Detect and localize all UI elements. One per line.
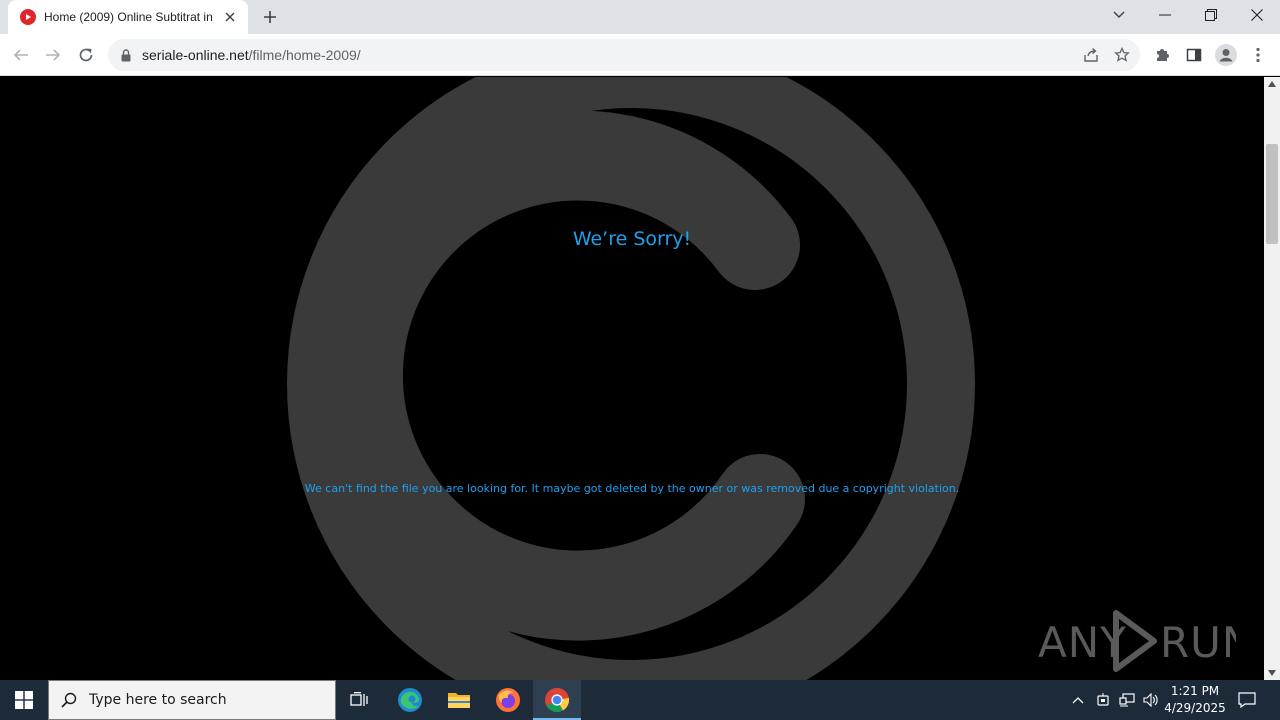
forward-icon[interactable] [40, 42, 66, 68]
youtube-favicon-icon [20, 9, 36, 25]
scroll-thumb[interactable] [1266, 144, 1278, 244]
reload-icon[interactable] [73, 42, 99, 68]
chrome-menu-icon[interactable] [1245, 42, 1271, 68]
chrome-taskbar-button[interactable] [533, 680, 581, 720]
close-tab-icon[interactable] [222, 9, 238, 25]
page-scrollbar[interactable] [1264, 77, 1280, 680]
notifications-icon[interactable] [1232, 680, 1262, 720]
firefox-icon[interactable] [484, 680, 532, 720]
device-status-icon[interactable] [1092, 680, 1114, 720]
taskbar-clock[interactable]: 1:21 PM 4/29/2025 [1160, 683, 1230, 717]
show-hidden-icons-chevron-icon[interactable] [1068, 680, 1088, 720]
start-button[interactable] [0, 680, 48, 720]
side-panel-icon[interactable] [1181, 42, 1207, 68]
clock-date: 4/29/2025 [1164, 701, 1226, 715]
minimize-icon[interactable] [1142, 0, 1188, 30]
bookmark-star-icon[interactable] [1109, 42, 1135, 68]
close-window-icon[interactable] [1234, 0, 1280, 30]
task-view-icon[interactable] [336, 680, 384, 720]
search-placeholder: Type here to search [89, 692, 227, 708]
tab-search-chevron-icon[interactable] [1096, 0, 1142, 30]
volume-icon[interactable] [1140, 680, 1162, 720]
address-bar[interactable]: seriale-online.net/filme/home-2009/ [108, 39, 1140, 71]
file-explorer-icon[interactable] [435, 680, 483, 720]
profile-avatar-icon[interactable] [1213, 42, 1239, 68]
page-viewport: We’re Sorry! We can't find the file you … [0, 77, 1264, 680]
anyrun-watermark: ANY RUN [1038, 610, 1236, 672]
url-text[interactable]: seriale-online.net/filme/home-2009/ [142, 47, 361, 63]
back-icon[interactable] [8, 42, 34, 68]
share-icon[interactable] [1078, 42, 1104, 68]
new-tab-button[interactable] [258, 6, 282, 28]
edge-browser-icon[interactable] [386, 680, 434, 720]
url-domain: seriale-online.net [142, 47, 249, 63]
network-icon[interactable] [1116, 680, 1138, 720]
windows-logo-icon [15, 691, 33, 709]
clock-time: 1:21 PM [1170, 684, 1220, 698]
taskbar-search-box[interactable]: Type here to search [48, 680, 336, 720]
copyright-symbol-icon [287, 77, 975, 680]
error-title: We’re Sorry! [572, 228, 692, 250]
windows-taskbar: Type here to search 1:21 PM 4/29/2025 [0, 680, 1280, 720]
chrome-icon [545, 687, 570, 713]
svg-text:RUN: RUN [1160, 618, 1236, 667]
lock-icon[interactable] [120, 48, 132, 62]
error-message: We can't find the file you are looking f… [304, 482, 960, 495]
url-path: /filme/home-2009/ [248, 47, 361, 63]
tab-strip: Home (2009) Online Subtitrat in [0, 0, 1280, 34]
scroll-up-arrow-icon[interactable] [1268, 81, 1276, 87]
browser-toolbar: seriale-online.net/filme/home-2009/ [0, 34, 1280, 76]
browser-tab[interactable]: Home (2009) Online Subtitrat in [8, 0, 248, 34]
extensions-puzzle-icon[interactable] [1149, 42, 1175, 68]
tab-title: Home (2009) Online Subtitrat in [44, 10, 212, 24]
restore-icon[interactable] [1188, 0, 1234, 30]
search-icon [61, 692, 77, 708]
scroll-down-arrow-icon[interactable] [1268, 670, 1276, 676]
